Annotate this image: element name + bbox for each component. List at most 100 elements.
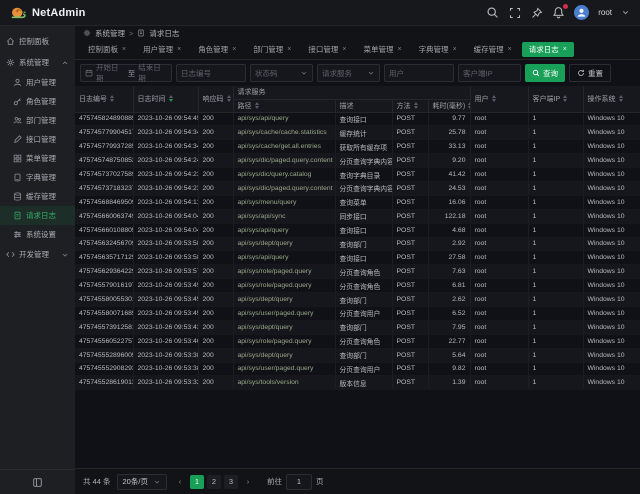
date-range-picker[interactable]: 开始日期 至 结束日期 <box>80 64 172 82</box>
reset-button-label: 重置 <box>588 68 603 79</box>
cell-user: root <box>470 168 528 182</box>
cell-time: 2023-10-26 09:53:45 <box>133 306 198 320</box>
sidebar-item-cache-mgmt[interactable]: 缓存管理 <box>0 187 75 206</box>
cell-dur: 27.58 <box>428 251 470 265</box>
tab-close-icon[interactable]: × <box>287 46 291 53</box>
sidebar-item-request-log[interactable]: 请求日志 <box>0 206 75 225</box>
sidebar-item-dept-mgmt[interactable]: 部门管理 <box>0 111 75 130</box>
user-input[interactable] <box>389 69 449 78</box>
search-icon[interactable] <box>486 6 499 19</box>
table-row[interactable]: 4757456601088052023-10-26 09:54:04200api… <box>75 223 640 237</box>
goto-page-input[interactable] <box>286 474 312 490</box>
table-row[interactable]: 4757455528960052023-10-26 09:53:38200api… <box>75 348 640 362</box>
col-header-method[interactable]: 方法 <box>392 99 428 112</box>
cell-id: 475745552896005 <box>75 348 133 362</box>
table-row[interactable]: 4757456293642292023-10-26 09:53:57200api… <box>75 265 640 279</box>
tab-close-icon[interactable]: × <box>508 46 512 53</box>
tab-menu-mgmt[interactable]: 菜单管理× <box>356 42 408 57</box>
col-header-log-time[interactable]: 日志时间 <box>133 86 198 112</box>
reset-button[interactable]: 重置 <box>569 64 611 82</box>
table-row[interactable]: 4757457370275892023-10-26 09:54:23200api… <box>75 168 640 182</box>
cell-ip: 1 <box>528 168 583 182</box>
tab-cache-mgmt[interactable]: 缓存管理× <box>467 42 519 57</box>
cell-code: 200 <box>198 237 233 251</box>
table-row[interactable]: 4757455800553012023-10-26 09:53:45200api… <box>75 293 640 307</box>
pin-icon[interactable] <box>530 6 543 19</box>
tab-close-icon[interactable]: × <box>397 46 401 53</box>
next-page-button[interactable]: › <box>241 475 255 489</box>
tab-user-mgmt[interactable]: 用户管理× <box>136 42 188 57</box>
sidebar-item-label: 控制面板 <box>19 36 49 47</box>
page-button-3[interactable]: 3 <box>224 475 238 489</box>
sidebar-item-dict-mgmt[interactable]: 字典管理 <box>0 168 75 187</box>
sidebar-item-dashboard[interactable]: 控制面板 <box>0 31 75 52</box>
col-header-client-ip[interactable]: 客户端IP <box>528 86 583 112</box>
table-row[interactable]: 4757455529082932023-10-26 09:53:38200api… <box>75 362 640 376</box>
col-header-os[interactable]: 操作系统 <box>583 86 640 112</box>
breadcrumb-parent[interactable]: 系统管理 <box>95 28 125 39</box>
request-service-select[interactable]: 请求服务 <box>317 64 380 82</box>
fullscreen-icon[interactable] <box>508 6 521 19</box>
collapse-sidebar-icon[interactable] <box>32 477 43 488</box>
sidebar-item-menu-mgmt[interactable]: 菜单管理 <box>0 149 75 168</box>
col-header-log-id[interactable]: 日志编号 <box>75 86 133 112</box>
status-code-select[interactable]: 状态码 <box>250 64 313 82</box>
table-row[interactable]: 4757455739125812023-10-26 09:53:43200api… <box>75 320 640 334</box>
client-ip-input[interactable] <box>463 69 516 78</box>
user-menu-chevron-down-icon[interactable] <box>621 8 630 17</box>
table-row[interactable]: 4757457371832372023-10-26 09:54:23200api… <box>75 181 640 195</box>
tab-close-icon[interactable]: × <box>563 46 567 53</box>
brand[interactable]: NetAdmin <box>10 6 86 19</box>
tab-dashboard[interactable]: 控制面板× <box>81 42 133 57</box>
username[interactable]: root <box>598 8 612 17</box>
table-row[interactable]: 4757457799045172023-10-26 09:54:34200api… <box>75 126 640 140</box>
log-no-input[interactable] <box>181 69 241 78</box>
date-start-placeholder: 开始日期 <box>96 62 125 84</box>
page-button-1[interactable]: 1 <box>190 475 204 489</box>
tab-api-mgmt[interactable]: 接口管理× <box>301 42 353 57</box>
page-button-2[interactable]: 2 <box>207 475 221 489</box>
table-row[interactable]: 4757456357171252023-10-26 09:53:58200api… <box>75 251 640 265</box>
sidebar-item-system-mgmt[interactable]: 系统管理 <box>0 52 75 73</box>
cell-time: 2023-10-26 09:53:58 <box>133 251 198 265</box>
page-size-select[interactable]: 20条/页 <box>117 474 167 490</box>
col-header-user[interactable]: 用户 <box>470 86 528 112</box>
notification-bell-icon[interactable] <box>552 6 565 19</box>
col-header-path[interactable]: 路径 <box>233 99 335 112</box>
sort-icon <box>255 102 259 109</box>
tab-close-icon[interactable]: × <box>342 46 346 53</box>
col-header-duration[interactable]: 耗时(毫秒) <box>428 99 470 112</box>
table-row[interactable]: 4757455605227572023-10-26 09:53:40200api… <box>75 334 640 348</box>
avatar[interactable] <box>574 5 589 20</box>
query-button[interactable]: 查询 <box>525 64 565 82</box>
sidebar-item-user-mgmt[interactable]: 用户管理 <box>0 73 75 92</box>
sidebar-item-api-mgmt[interactable]: 接口管理 <box>0 130 75 149</box>
table-row[interactable]: 4757458248908852023-10-26 09:54:45200api… <box>75 112 640 126</box>
tab-dept-mgmt[interactable]: 部门管理× <box>246 42 298 57</box>
sidebar: 控制面板系统管理用户管理角色管理部门管理接口管理菜单管理字典管理缓存管理请求日志… <box>0 26 75 494</box>
table-row[interactable]: 4757455286190132023-10-26 09:53:32200api… <box>75 376 640 390</box>
tab-role-mgmt[interactable]: 角色管理× <box>191 42 243 57</box>
cell-id: 475745632456709 <box>75 237 133 251</box>
tab-close-icon[interactable]: × <box>453 46 457 53</box>
table-row[interactable]: 4757457799372852023-10-26 09:54:34200api… <box>75 140 640 154</box>
tab-request-log[interactable]: 请求日志× <box>522 42 574 57</box>
prev-page-button[interactable]: ‹ <box>173 475 187 489</box>
tab-close-icon[interactable]: × <box>177 46 181 53</box>
calendar-icon <box>85 69 93 77</box>
table-row[interactable]: 4757456884695092023-10-26 09:54:11200api… <box>75 195 640 209</box>
col-header-response-code[interactable]: 响应码 <box>198 86 233 112</box>
cell-os: Windows 10 <box>583 265 640 279</box>
table-row[interactable]: 4757455800716852023-10-26 09:53:45200api… <box>75 306 640 320</box>
sidebar-item-dev-mgmt[interactable]: 开发管理 <box>0 244 75 265</box>
client-ip-field <box>458 64 521 82</box>
tab-close-icon[interactable]: × <box>232 46 236 53</box>
table-row[interactable]: 4757455790161972023-10-26 09:53:45200api… <box>75 279 640 293</box>
sidebar-item-role-mgmt[interactable]: 角色管理 <box>0 92 75 111</box>
table-row[interactable]: 4757457487508532023-10-26 09:54:24200api… <box>75 154 640 168</box>
tab-close-icon[interactable]: × <box>122 46 126 53</box>
sidebar-item-system-settings[interactable]: 系统设置 <box>0 225 75 244</box>
table-row[interactable]: 4757456324567092023-10-26 09:53:58200api… <box>75 237 640 251</box>
table-row[interactable]: 4757456600637492023-10-26 09:54:04200api… <box>75 209 640 223</box>
tab-dict-mgmt[interactable]: 字典管理× <box>412 42 464 57</box>
